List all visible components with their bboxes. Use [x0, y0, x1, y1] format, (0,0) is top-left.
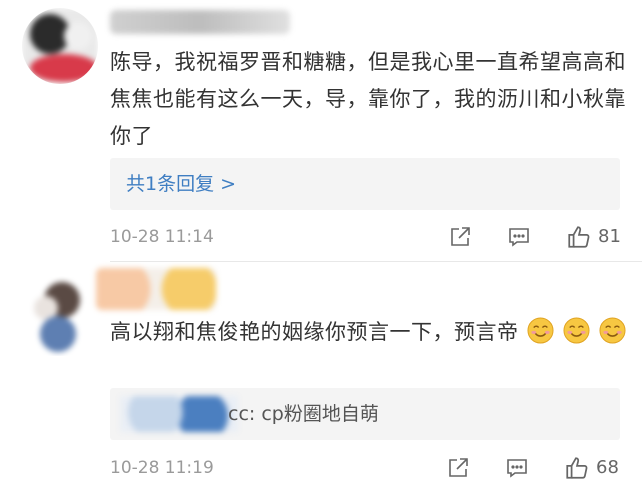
username-blurred[interactable] [110, 10, 290, 34]
timestamp: 10-28 11:19 [110, 458, 214, 478]
like-count: 68 [596, 457, 619, 478]
comment-text: 陈导，我祝福罗晋和糖糖，但是我心里一直希望高高和焦焦也能有这么一天，导，靠你了，… [110, 50, 626, 148]
thumbs-up-icon [568, 226, 590, 248]
like-button[interactable]: 68 [564, 454, 619, 482]
comment-button[interactable] [507, 223, 531, 251]
timestamp: 10-28 11:14 [110, 227, 214, 247]
comment-icon [507, 459, 527, 478]
thumbs-up-icon [566, 457, 588, 479]
reply-box[interactable]: cc: cp粉圈地自萌 [110, 388, 620, 440]
share-button[interactable] [446, 454, 470, 482]
comment-icon [509, 228, 529, 247]
view-replies-link[interactable]: 共1条回复 > [126, 158, 236, 210]
smile-emoji-icon [599, 317, 626, 344]
username-blurred[interactable] [96, 268, 216, 310]
share-button[interactable] [448, 223, 472, 251]
reply-preview-text: cc: cp粉圈地自萌 [228, 403, 379, 425]
like-count: 81 [598, 226, 621, 247]
comment-meta: 10-28 11:14 81 [110, 223, 630, 251]
smile-emoji-icon [563, 317, 590, 344]
comment-button[interactable] [505, 454, 529, 482]
replier-name-blurred[interactable] [120, 396, 238, 432]
like-button[interactable]: 81 [566, 223, 621, 251]
comment-item: 陈导，我祝福罗晋和糖糖，但是我心里一直希望高高和焦焦也能有这么一天，导，靠你了，… [0, 0, 642, 262]
share-icon [451, 227, 470, 246]
comment-text: 高以翔和焦俊艳的姻缘你预言一下，预言帝 [110, 314, 630, 351]
share-icon [449, 458, 468, 477]
comment-item: 高以翔和焦俊艳的姻缘你预言一下，预言帝 cc: cp粉圈地自萌 10-28 11… [0, 262, 642, 500]
reply-box[interactable]: 共1条回复 > [110, 158, 620, 210]
comment-text-content: 高以翔和焦俊艳的姻缘你预言一下，预言帝 [110, 320, 519, 344]
comment-meta: 10-28 11:19 68 [110, 454, 630, 482]
avatar[interactable] [22, 276, 102, 356]
smile-emoji-icon [527, 317, 554, 344]
avatar[interactable] [22, 8, 98, 84]
